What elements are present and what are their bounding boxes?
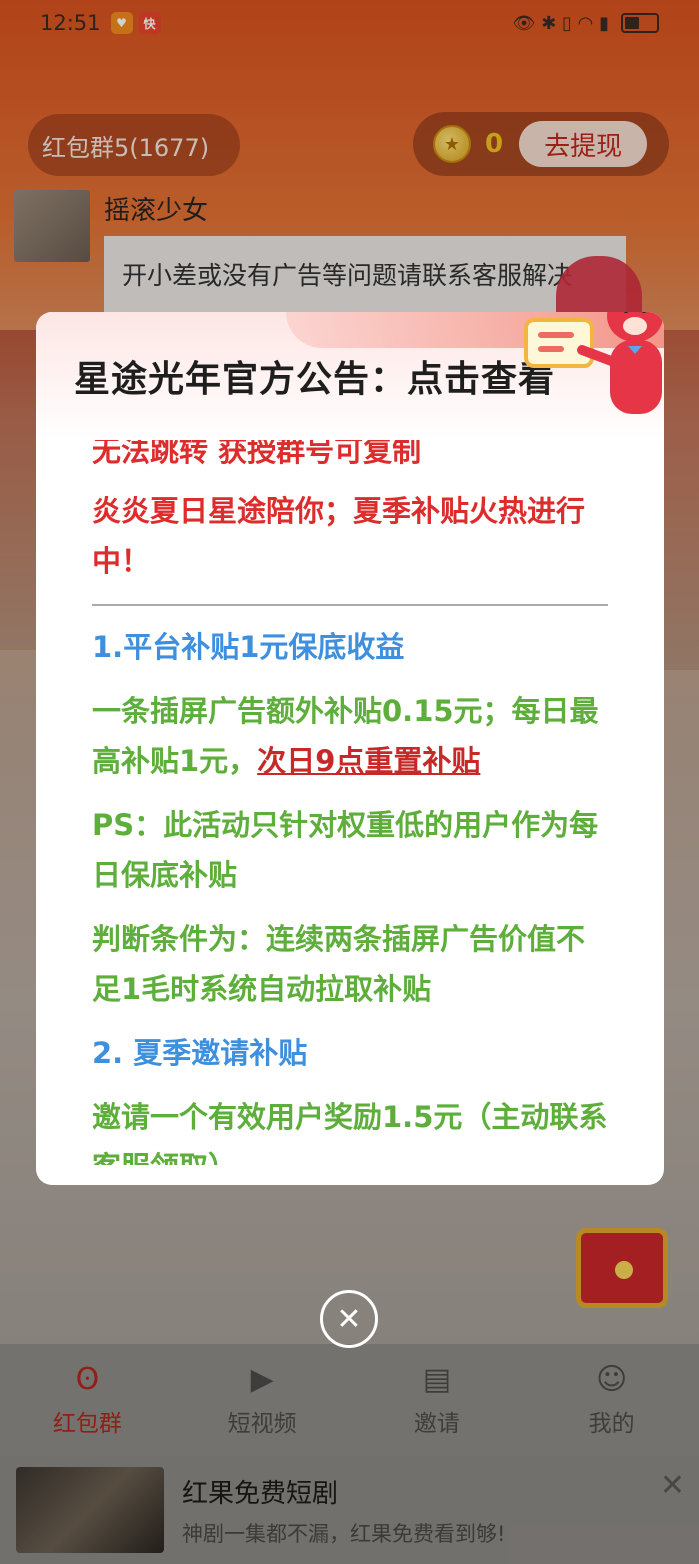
divider (92, 604, 608, 606)
notice-paragraph: 炎炎夏日星途陪你；夏季补贴火热进行中！ (92, 494, 586, 578)
notice-paragraph: 判断条件为：连续两条插屏广告价值不足1毛时系统自动拉取补贴 (92, 922, 586, 1006)
reset-subsidy-link[interactable]: 次日9点重置补贴 (257, 744, 480, 778)
section-heading: 2. 夏季邀请补贴 (92, 1036, 308, 1070)
modal-close-button[interactable]: ✕ (320, 1290, 378, 1348)
bear-mascot-icon (524, 312, 663, 414)
notice-paragraph: 邀请一个有效用户奖励1.5元（主动联系客服领取） (92, 1100, 608, 1165)
notice-paragraph: PS：此活动只针对权重低的用户作为每日保底补贴 (92, 808, 599, 892)
notice-paragraph: 一条插屏广告额外补贴0.15元；每日最高补贴1元，次日9点重置补贴 (92, 686, 608, 786)
section-heading: 1.平台补贴1元保底收益 (92, 630, 405, 664)
modal-scroll-body[interactable]: 无法跳转 获授群号可复制 炎炎夏日星途陪你；夏季补贴火热进行中！ 1.平台补贴1… (36, 440, 664, 1165)
notice-paragraph: 无法跳转 获授群号可复制 (92, 440, 422, 468)
announcement-modal: 星途光年官方公告：点击查看 无法跳转 获授群号可复制 炎炎夏日星途陪你；夏季补贴… (36, 312, 664, 1185)
modal-title: 星途光年官方公告：点击查看 (74, 359, 556, 400)
